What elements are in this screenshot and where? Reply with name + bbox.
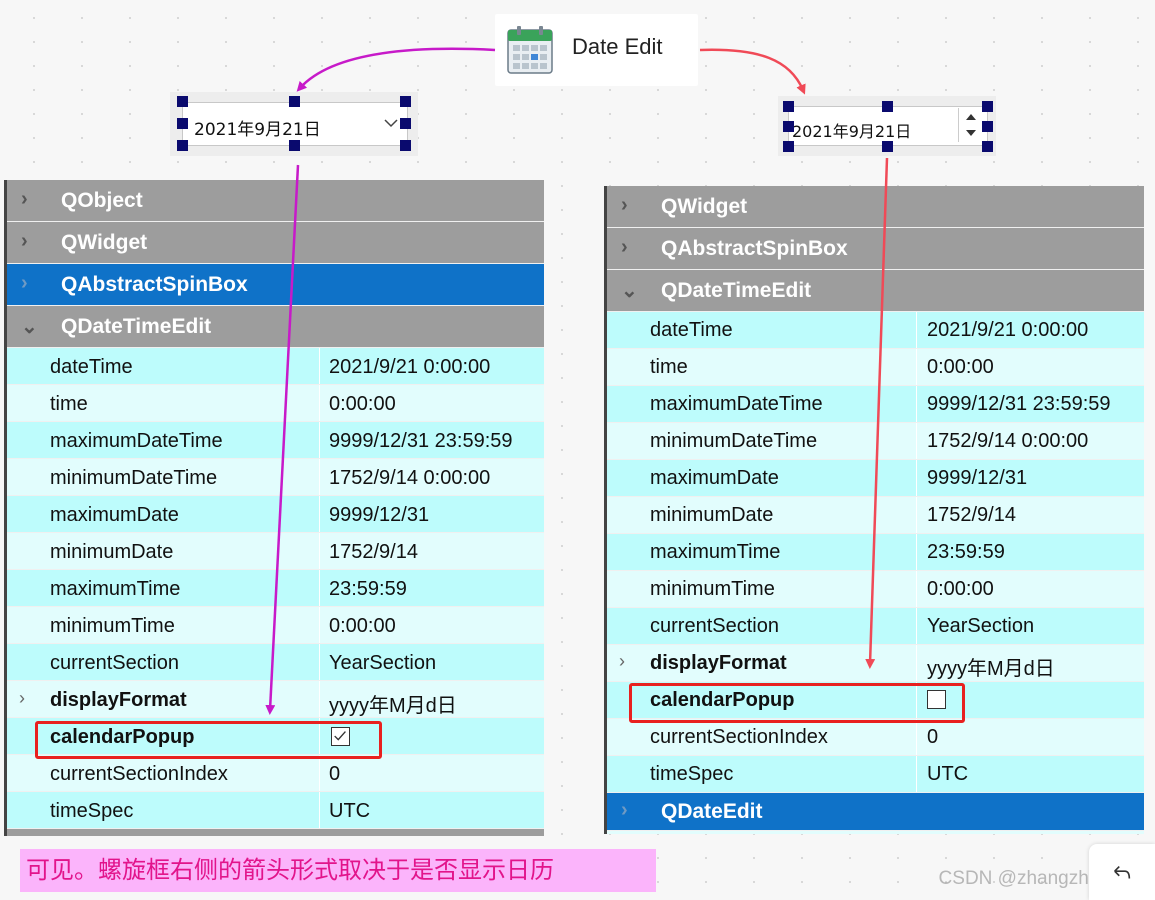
annotation-note: 可见。螺旋框右侧的箭头形式取决于是否显示日历 [20, 849, 656, 892]
undo-icon [1114, 865, 1131, 879]
undo-button[interactable] [1089, 844, 1155, 900]
arrow-red-down [865, 157, 889, 669]
arrow-magenta-down [265, 164, 300, 715]
arrow-magenta-top [296, 47, 496, 92]
arrow-red-top [699, 48, 806, 95]
annotation-arrows [265, 47, 889, 715]
